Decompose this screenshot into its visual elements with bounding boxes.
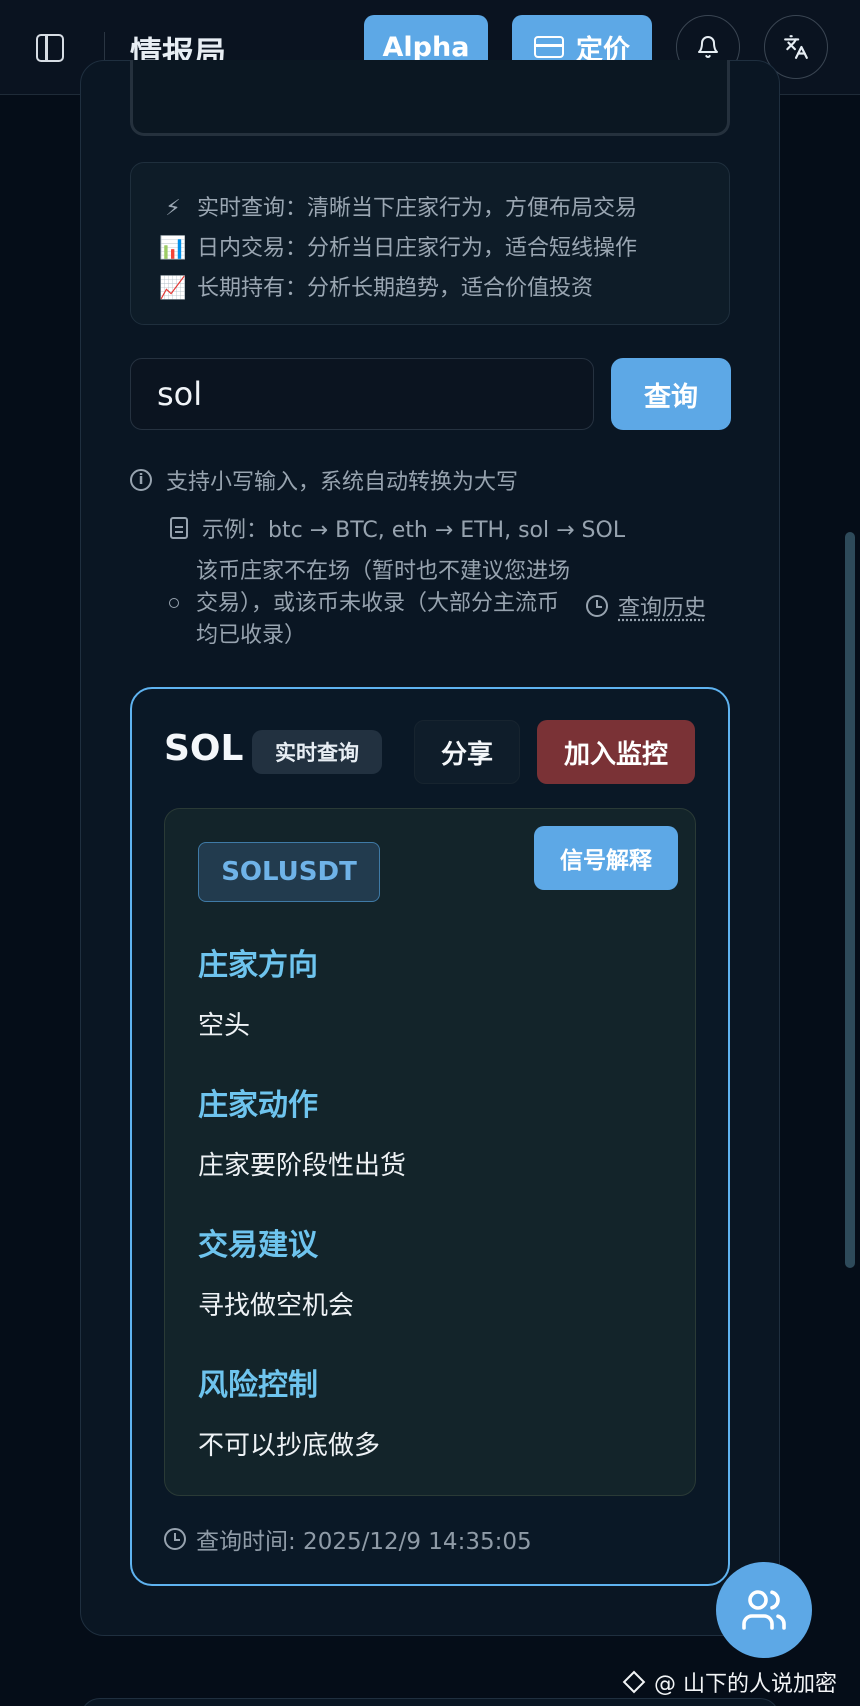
info-icon: i — [130, 469, 152, 491]
section-title-suggestion: 交易建议 — [198, 1228, 318, 1263]
section-value-action: 庄家要阶段性出货 — [198, 1151, 407, 1181]
clock-icon — [586, 595, 608, 617]
mode-line-longterm: 📈 长期持有：分析长期趋势，适合价值投资 — [159, 269, 701, 309]
mode-line-intraday: 📊 日内交易：分析当日庄家行为，适合短线操作 — [159, 229, 701, 269]
signal-explain-button[interactable]: 信号解释 — [534, 826, 678, 890]
section-title-action: 庄家动作 — [198, 1088, 318, 1123]
pair-badge: SOLUSDT — [198, 842, 380, 902]
result-symbol: SOL — [164, 728, 244, 769]
trend-up-icon: 📈 — [159, 276, 187, 301]
query-history-link[interactable]: 查询历史 — [586, 590, 706, 622]
mode-description-box: ⚡ 实时查询：清晰当下庄家行为，方便布局交易 📊 日内交易：分析当日庄家行为，适… — [130, 162, 730, 325]
watermark-text: @ 山下的人说加密 — [654, 1672, 837, 1697]
mode-selector-box — [130, 60, 730, 136]
bar-chart-icon: 📊 — [159, 236, 187, 261]
document-icon — [170, 517, 188, 539]
mode-line-text: 日内交易：分析当日庄家行为，适合短线操作 — [197, 236, 638, 261]
section-value-risk: 不可以抄底做多 — [198, 1431, 381, 1461]
mode-line-text: 实时查询：清晰当下庄家行为，方便布局交易 — [197, 196, 638, 221]
symbol-search-input[interactable]: sol — [130, 358, 594, 430]
binance-logo-icon — [622, 1670, 646, 1694]
add-monitor-button[interactable]: 加入监控 — [537, 720, 695, 784]
scrollbar-thumb[interactable] — [845, 532, 855, 1268]
watermark: @ 山下的人说加密 — [622, 1666, 837, 1698]
mode-line-realtime: ⚡ 实时查询：清晰当下庄家行为，方便布局交易 — [159, 189, 701, 229]
section-title-risk: 风险控制 — [198, 1368, 318, 1403]
mode-line-text: 长期持有：分析长期趋势，适合价值投资 — [197, 276, 594, 301]
credit-card-icon — [534, 36, 564, 58]
lightning-icon: ⚡ — [165, 196, 181, 221]
section-title-direction: 庄家方向 — [198, 948, 318, 983]
lowercase-hint: i 支持小写输入，系统自动转换为大写 — [130, 464, 518, 496]
community-button[interactable] — [716, 1562, 812, 1658]
next-panel — [80, 1698, 780, 1706]
translate-icon — [784, 35, 808, 59]
bell-icon — [698, 36, 718, 58]
query-button[interactable]: 查询 — [611, 358, 731, 430]
example-hint: 示例：btc → BTC, eth → ETH, sol → SOL — [170, 512, 625, 544]
clock-icon — [164, 1528, 186, 1550]
dot-icon — [169, 598, 179, 608]
section-value-suggestion: 寻找做空机会 — [198, 1291, 355, 1321]
sidebar-toggle-icon[interactable] — [36, 34, 64, 62]
mode-badge: 实时查询 — [252, 730, 382, 774]
history-label: 查询历史 — [618, 596, 707, 621]
lowercase-hint-text: 支持小写输入，系统自动转换为大写 — [166, 470, 519, 495]
query-time-text: 查询时间: 2025/12/9 14:35:05 — [196, 1529, 532, 1555]
share-button[interactable]: 分享 — [414, 720, 520, 784]
not-listed-hint: 该币庄家不在场（暂时也不建议您进场交易），或该币未收录（大部分主流币均已收录） — [196, 559, 571, 648]
section-value-direction: 空头 — [198, 1011, 251, 1041]
query-time: 查询时间: 2025/12/9 14:35:05 — [164, 1522, 532, 1556]
users-icon — [742, 1590, 786, 1630]
example-hint-text: 示例：btc → BTC, eth → ETH, sol → SOL — [202, 518, 626, 543]
